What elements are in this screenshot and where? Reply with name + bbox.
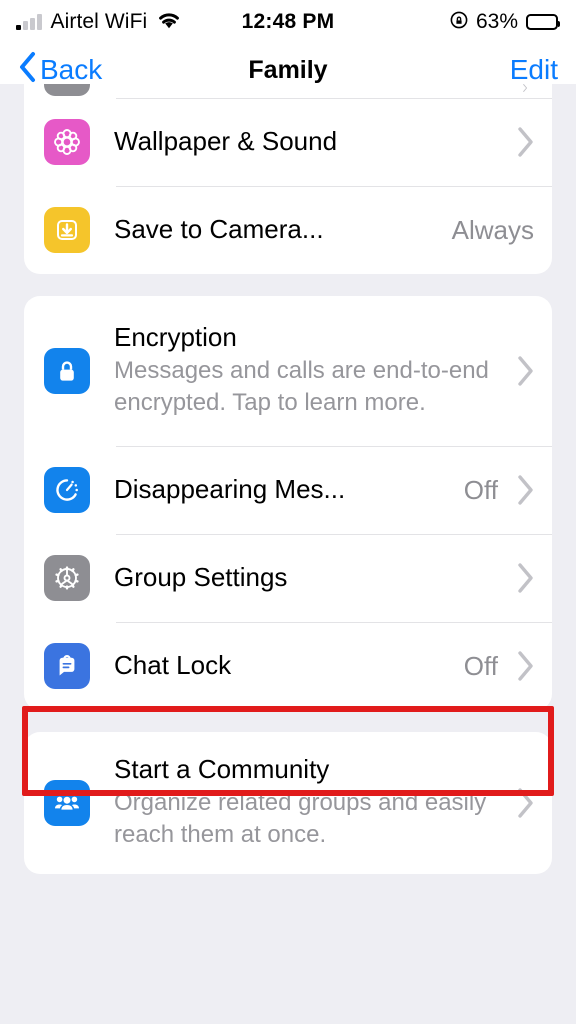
chat-lock-icon bbox=[44, 643, 90, 689]
list-item-subtitle: Messages and calls are end-to-end encryp… bbox=[114, 357, 489, 417]
list-item-title: Wallpaper & Sound bbox=[114, 127, 338, 157]
phone-screen: Airtel WiFi 12:48 PM 63% Back Family Edi… bbox=[0, 0, 576, 1024]
list-item-title: Disappearing Mes... bbox=[114, 475, 346, 505]
list-item-encryption[interactable]: Encryption Messages and calls are end-to… bbox=[24, 296, 552, 446]
list-item-value: Off bbox=[463, 474, 498, 505]
list-item-text: Chat Lock bbox=[90, 651, 454, 680]
chevron-right-icon bbox=[510, 127, 534, 157]
list-item-chat-lock[interactable]: Chat Lock Off bbox=[24, 622, 552, 710]
battery-icon bbox=[526, 14, 560, 30]
list-item-start-a-community[interactable]: Start a Community Organize related group… bbox=[24, 732, 552, 874]
status-bar: Airtel WiFi 12:48 PM 63% bbox=[0, 0, 576, 44]
save-download-icon bbox=[44, 207, 90, 253]
settings-list[interactable]: Wallpaper & Sound Save to Camera... Alwa… bbox=[0, 84, 576, 1012]
settings-group-privacy: Encryption Messages and calls are end-to… bbox=[24, 296, 552, 710]
lock-icon bbox=[44, 348, 90, 394]
list-item-text: Encryption Messages and calls are end-to… bbox=[90, 323, 498, 419]
list-item-group-settings[interactable]: Group Settings bbox=[24, 534, 552, 622]
edit-button[interactable]: Edit bbox=[510, 54, 558, 86]
list-item-text: Disappearing Mes... bbox=[90, 475, 454, 504]
timer-icon bbox=[44, 467, 90, 513]
list-item-title: Group Settings bbox=[114, 563, 288, 593]
list-item-value: Off bbox=[463, 650, 498, 681]
list-item-text: Start a Community Organize related group… bbox=[90, 755, 498, 851]
settings-group-community: Start a Community Organize related group… bbox=[24, 732, 552, 874]
wallpaper-flower-icon bbox=[44, 119, 90, 165]
chevron-right-icon bbox=[510, 651, 534, 681]
gear-icon bbox=[44, 555, 90, 601]
page-title: Family bbox=[248, 55, 328, 84]
chevron-right-icon bbox=[510, 356, 534, 386]
location-lock-icon bbox=[450, 11, 468, 34]
chevron-right-icon bbox=[510, 475, 534, 505]
list-item-text: Wallpaper & Sound bbox=[90, 127, 498, 156]
list-item-text: Group Settings bbox=[90, 563, 498, 592]
list-item-save-to-camera-roll[interactable]: Save to Camera... Always bbox=[24, 186, 552, 274]
list-item-title: Save to Camera... bbox=[114, 215, 324, 245]
people-group-icon bbox=[44, 780, 90, 826]
list-item-title: Encryption bbox=[114, 323, 237, 353]
list-item-title: Chat Lock bbox=[114, 651, 232, 681]
list-item-value: Always bbox=[451, 214, 534, 245]
partial-gray-icon bbox=[44, 84, 90, 96]
list-item-text: Save to Camera... bbox=[90, 215, 442, 244]
list-item-subtitle: Organize related groups and easily reach… bbox=[114, 789, 487, 849]
list-item-partial[interactable] bbox=[24, 84, 552, 98]
chevron-right-icon bbox=[510, 563, 534, 593]
status-bar-right: 63% bbox=[287, 10, 560, 34]
list-item-wallpaper-and-sound[interactable]: Wallpaper & Sound bbox=[24, 98, 552, 186]
list-item-disappearing-messages[interactable]: Disappearing Mes... Off bbox=[24, 446, 552, 534]
settings-group-appearance: Wallpaper & Sound Save to Camera... Alwa… bbox=[24, 84, 552, 274]
chevron-right-icon bbox=[510, 788, 534, 818]
list-item-title: Start a Community bbox=[114, 755, 330, 785]
battery-percent-label: 63% bbox=[475, 10, 518, 33]
